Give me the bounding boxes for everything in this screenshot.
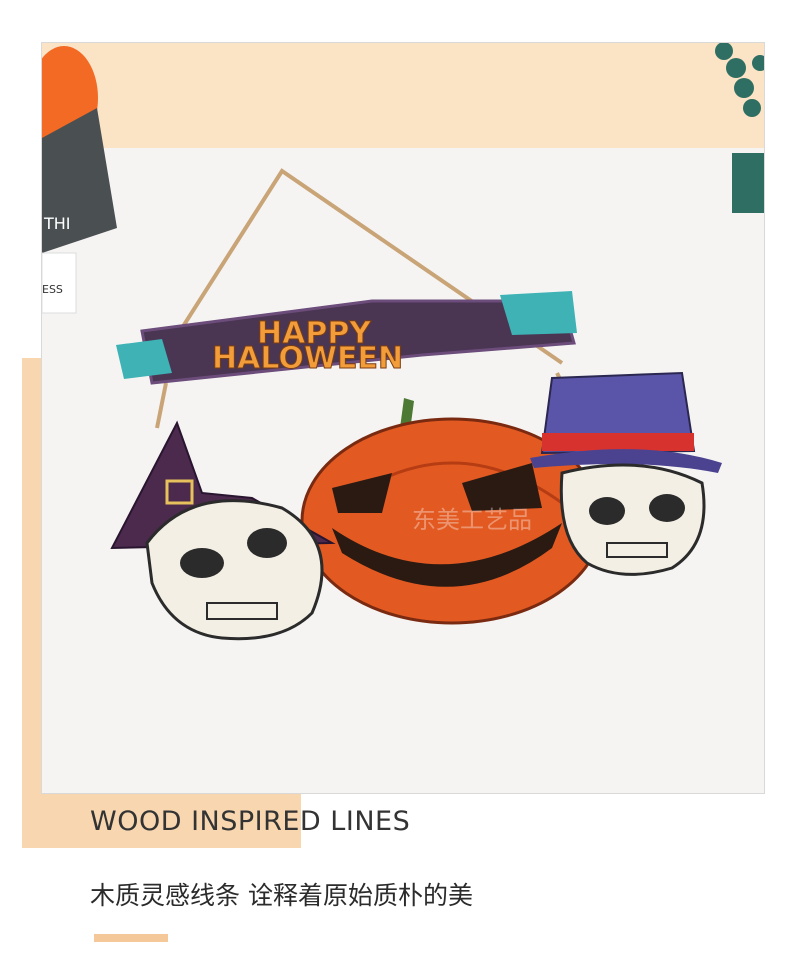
book-spine-text-2: ESS <box>42 283 63 296</box>
product-photo: THI ESS HAPPY HALOWEEN 东美工艺品 <box>41 42 765 794</box>
watermark-text: 东美工艺品 <box>412 506 532 534</box>
decorative-bar <box>94 934 168 942</box>
sign-text-halloween: HALOWEEN <box>212 341 403 376</box>
decor-vase <box>732 153 764 213</box>
caption-chinese: 木质灵感线条 诠释着原始质朴的美 <box>90 881 473 910</box>
book-spine-text-1: THI <box>43 214 71 233</box>
caption-english: WOOD INSPIRED LINES <box>90 806 411 837</box>
hat-band <box>542 433 694 451</box>
halloween-sign-image: THI ESS HAPPY HALOWEEN 东美工艺品 <box>42 43 764 793</box>
